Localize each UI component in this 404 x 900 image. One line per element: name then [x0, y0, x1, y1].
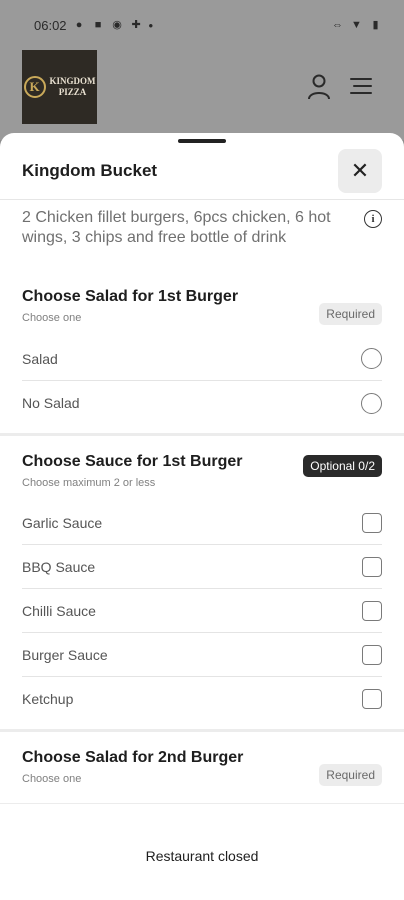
option-group-header: Choose Salad for 2nd Burger Choose one R…: [0, 749, 404, 786]
item-title: Kingdom Bucket: [22, 161, 158, 180]
option-row[interactable]: Salad: [22, 337, 382, 381]
group-subtitle: Choose one: [22, 773, 82, 785]
required-badge: Required: [319, 303, 382, 325]
status-bar: 06:02 ● ■ ◉ ✚ • ⇔ ▼ ▮: [0, 0, 404, 50]
options-scroll-area[interactable]: 2 Chicken fillet burgers, 6pcs chicken, …: [0, 199, 404, 803]
group-title: Choose Salad for 2nd Burger: [22, 749, 244, 766]
battery-icon: ▮: [372, 18, 379, 31]
sync-icon: ◉: [112, 18, 122, 31]
status-time: 06:02: [34, 17, 67, 33]
option-label: No Salad: [22, 395, 80, 411]
notification-icon: ●: [75, 18, 83, 31]
option-group-header: Choose Sauce for 1st Burger Choose maxim…: [0, 453, 404, 489]
logo-text-line2: PIZZA: [58, 87, 87, 97]
optional-badge: Optional 0/2: [303, 455, 382, 477]
option-label: Burger Sauce: [22, 646, 108, 663]
logo-text: KINGDOM PIZZA: [50, 76, 96, 98]
link-icon: ⇔: [332, 18, 343, 31]
android-icon: ✚: [131, 18, 141, 31]
status-dot: •: [148, 17, 154, 33]
checkbox[interactable]: [362, 644, 382, 665]
checkbox[interactable]: [362, 556, 382, 577]
radio-button[interactable]: [361, 348, 382, 369]
media-icon: ■: [94, 18, 102, 31]
info-icon[interactable]: i: [364, 210, 382, 228]
menu-icon[interactable]: [350, 78, 372, 96]
wifi-icon: ▼: [351, 18, 362, 31]
option-label: Chilli Sauce: [22, 602, 96, 619]
option-label: BBQ Sauce: [22, 558, 96, 575]
restaurant-closed-label: Restaurant closed: [145, 848, 259, 864]
group-title: Choose Sauce for 1st Burger: [22, 453, 243, 470]
option-row[interactable]: BBQ Sauce: [22, 545, 382, 589]
group-subtitle: Choose one: [22, 312, 82, 324]
user-icon[interactable]: [307, 74, 331, 100]
option-label: Garlic Sauce: [22, 514, 103, 531]
item-bottom-sheet: Kingdom Bucket ✕ 2 Chicken fillet burger…: [0, 133, 404, 900]
description-row: 2 Chicken fillet burgers, 6pcs chicken, …: [0, 200, 404, 248]
checkbox[interactable]: [362, 600, 382, 621]
required-badge: Required: [319, 764, 382, 786]
sheet-header: Kingdom Bucket ✕: [0, 143, 404, 199]
checkbox[interactable]: [362, 512, 382, 533]
option-row[interactable]: Burger Sauce: [22, 633, 382, 677]
logo-text-line1: KINGDOM: [49, 76, 96, 86]
option-row[interactable]: Chilli Sauce: [22, 589, 382, 633]
close-button[interactable]: ✕: [338, 149, 382, 193]
logo-mark: K: [23, 76, 46, 98]
item-description: 2 Chicken fillet burgers, 6pcs chicken, …: [22, 209, 331, 246]
checkbox[interactable]: [362, 689, 382, 709]
option-row[interactable]: No Salad: [22, 381, 382, 425]
radio-button[interactable]: [361, 392, 382, 414]
option-group-header: Choose Salad for 1st Burger Choose one R…: [0, 288, 404, 325]
option-label: Ketchup: [22, 691, 74, 707]
option-label: Salad: [22, 350, 58, 367]
option-row[interactable]: Garlic Sauce: [22, 501, 382, 545]
group-title: Choose Salad for 1st Burger: [22, 288, 239, 305]
group-subtitle: Choose maximum 2 or less: [22, 477, 156, 489]
restaurant-logo[interactable]: K KINGDOM PIZZA: [22, 50, 97, 124]
background-page: 06:02 ● ■ ◉ ✚ • ⇔ ▼ ▮ K KINGDOM PIZZA: [0, 0, 404, 140]
option-row[interactable]: Ketchup: [22, 677, 382, 721]
sheet-footer: Restaurant closed: [0, 803, 404, 900]
